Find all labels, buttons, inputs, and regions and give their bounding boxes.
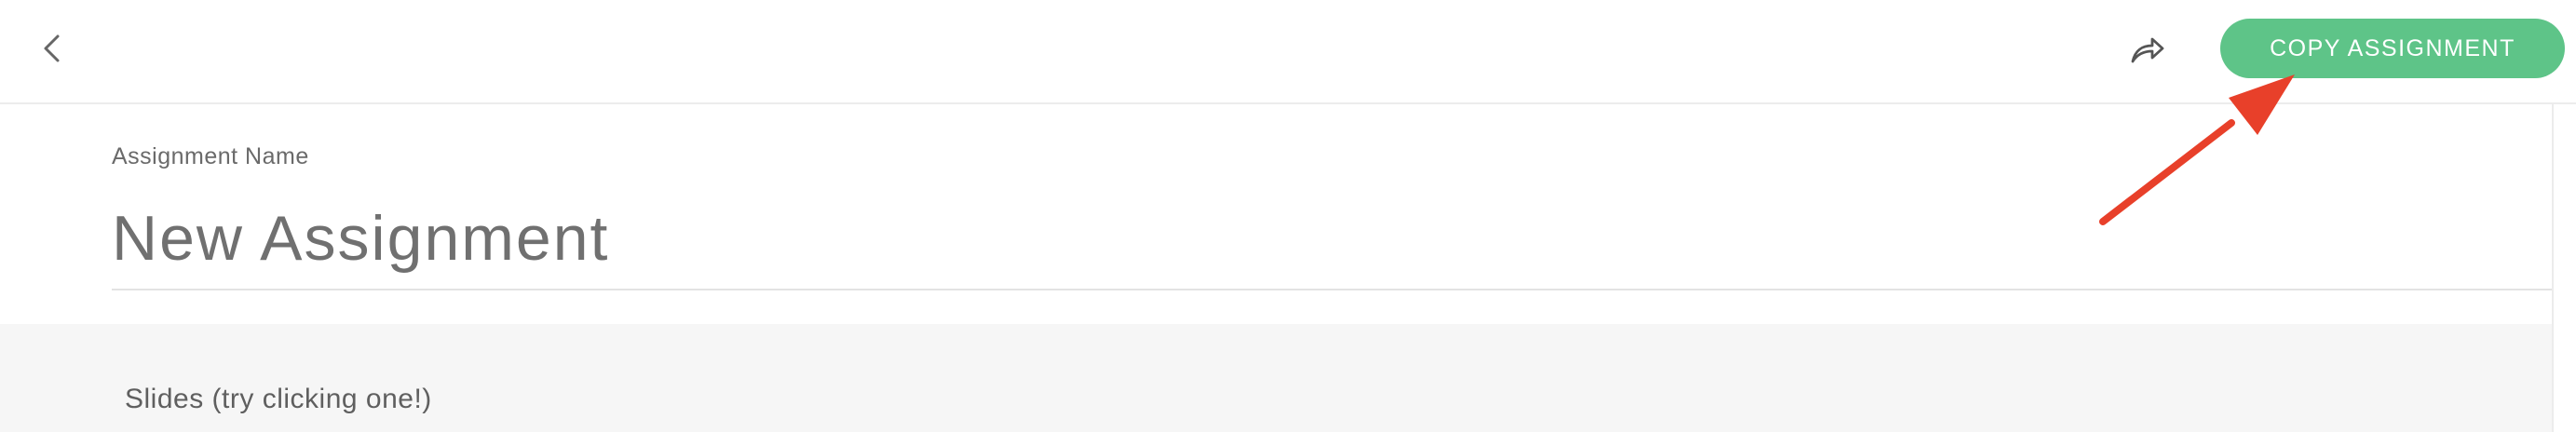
chevron-left-icon <box>44 34 60 62</box>
assignment-editor-page: COPY ASSIGNMENT Assignment Name Slides (… <box>0 0 2576 432</box>
slides-heading: Slides (try clicking one!) <box>125 384 432 414</box>
share-forward-icon <box>2131 37 2164 63</box>
scrollbar-gutter[interactable] <box>2552 104 2576 432</box>
assignment-name-input[interactable] <box>112 188 2552 290</box>
assignment-name-label: Assignment Name <box>112 143 309 169</box>
share-button[interactable] <box>2122 26 2174 74</box>
top-header-bar: COPY ASSIGNMENT <box>0 0 2576 104</box>
back-button[interactable] <box>28 24 76 73</box>
slides-section: Slides (try clicking one!) <box>0 324 2552 432</box>
assignment-name-section: Assignment Name <box>0 104 2552 324</box>
copy-assignment-button[interactable]: COPY ASSIGNMENT <box>2220 19 2565 78</box>
